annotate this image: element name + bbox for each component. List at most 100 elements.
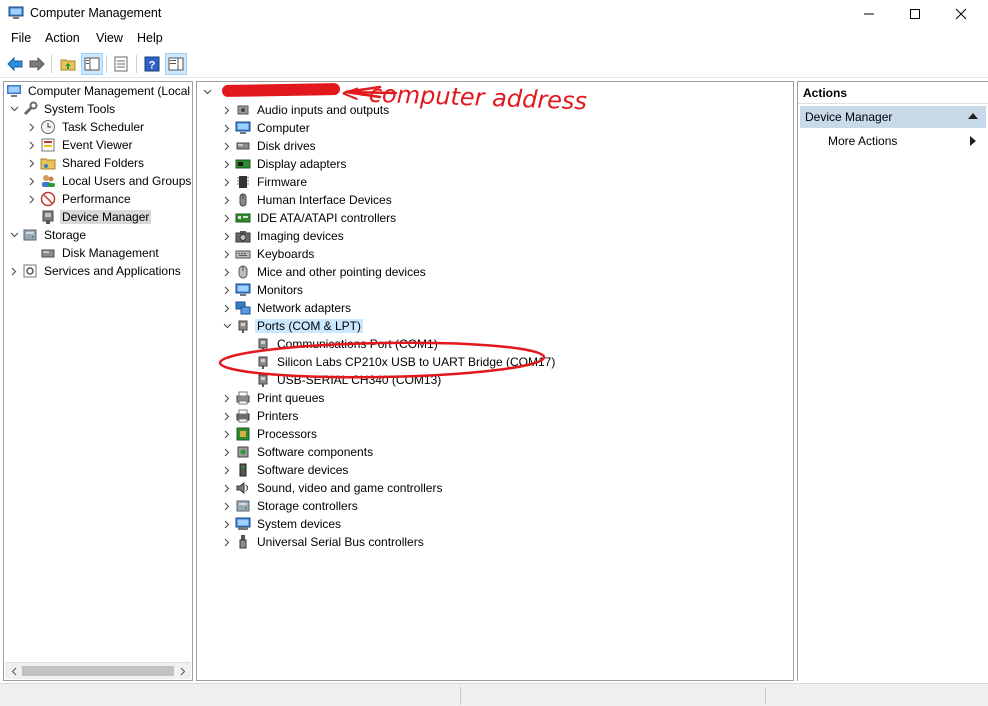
port-com1[interactable]: Communications Port (COM1) [241,335,440,353]
device-category[interactable]: System devices [221,515,343,533]
device-category[interactable]: Network adapters [221,299,353,317]
device-category[interactable]: Firmware [221,173,309,191]
device-category[interactable]: Software devices [221,461,350,479]
horizontal-scrollbar[interactable] [5,662,191,679]
scroll-right-icon[interactable] [175,664,190,679]
chevron-right-icon[interactable] [221,389,233,407]
chevron-right-icon[interactable] [221,461,233,479]
tree-storage[interactable]: Storage [8,226,88,244]
chevron-right-icon[interactable] [221,209,233,227]
tree-task-scheduler[interactable]: Task Scheduler [26,118,146,136]
device-tree-root[interactable] [201,83,215,101]
forward-arrow-icon [29,57,45,71]
device-category-label: Keyboards [257,247,315,261]
device-category[interactable]: Human Interface Devices [221,191,394,209]
collapse-up-icon[interactable] [968,113,978,119]
chevron-right-icon[interactable] [221,137,233,155]
device-category[interactable]: Printers [221,407,300,425]
menu-file[interactable]: File [11,31,31,45]
tree-event-viewer[interactable]: Event Viewer [26,136,134,154]
chevron-right-icon[interactable] [221,299,233,317]
chevron-right-icon[interactable] [26,136,38,154]
port-cp210x[interactable]: Silicon Labs CP210x USB to UART Bridge (… [241,353,557,371]
device-category[interactable]: Disk drives [221,137,318,155]
chevron-right-icon[interactable] [221,191,233,209]
print-queue-icon [235,390,251,406]
chevron-right-icon[interactable] [221,227,233,245]
minimize-button[interactable] [846,0,892,28]
scroll-left-icon[interactable] [6,664,21,679]
chevron-right-icon[interactable] [221,515,233,533]
chevron-right-icon[interactable] [221,407,233,425]
tree-device-manager[interactable]: Device Manager [26,208,152,226]
tree-shared-folders[interactable]: Shared Folders [26,154,146,172]
chevron-right-icon[interactable] [221,281,233,299]
device-category[interactable]: Print queues [221,389,326,407]
more-actions-link[interactable]: More Actions [828,134,897,148]
device-category[interactable]: Display adapters [221,155,348,173]
submenu-arrow-icon[interactable] [970,136,976,146]
help-button[interactable]: ? [141,53,163,75]
actions-section-label: Device Manager [805,110,893,124]
up-level-button[interactable] [57,53,79,75]
chevron-right-icon[interactable] [26,154,38,172]
device-category[interactable]: IDE ATA/ATAPI controllers [221,209,398,227]
chevron-right-icon[interactable] [221,173,233,191]
chevron-right-icon[interactable] [221,263,233,281]
chevron-down-icon[interactable] [221,317,233,335]
chevron-right-icon[interactable] [26,172,38,190]
chevron-right-icon[interactable] [221,245,233,263]
tree-root[interactable]: Computer Management (Local [6,82,192,100]
device-category[interactable]: Universal Serial Bus controllers [221,533,426,551]
scrollbar-thumb[interactable] [22,666,174,676]
tree-item-label: Event Viewer [62,138,133,152]
device-category[interactable]: Imaging devices [221,227,346,245]
chevron-right-icon[interactable] [26,118,38,136]
device-category[interactable]: Computer [221,119,312,137]
chevron-right-icon[interactable] [26,190,38,208]
tree-services[interactable]: Services and Applications [8,262,183,280]
chevron-right-icon[interactable] [221,155,233,173]
device-category-label: Firmware [257,175,307,189]
properties-button[interactable] [110,53,132,75]
chevron-right-icon[interactable] [221,101,233,119]
show-action-pane-button[interactable] [165,53,187,75]
tree-disk-management[interactable]: Disk Management [26,244,161,262]
device-category[interactable]: Monitors [221,281,305,299]
title-bar[interactable]: Computer Management [0,0,988,28]
chevron-down-icon[interactable] [8,226,20,244]
device-category[interactable]: Audio inputs and outputs [221,101,391,119]
chevron-right-icon[interactable] [8,262,20,280]
network-icon [235,300,251,316]
chevron-right-icon[interactable] [221,533,233,551]
back-button[interactable] [4,53,26,75]
chevron-down-icon[interactable] [8,100,20,118]
chevron-right-icon[interactable] [221,119,233,137]
port-ch340[interactable]: USB-SERIAL CH340 (COM13) [241,371,443,389]
chevron-right-icon[interactable] [221,443,233,461]
chevron-right-icon[interactable] [221,479,233,497]
menu-action[interactable]: Action [45,31,80,45]
device-category[interactable]: Processors [221,425,319,443]
actions-section-device-manager[interactable]: Device Manager [800,106,986,128]
device-category[interactable]: Mice and other pointing devices [221,263,428,281]
close-button[interactable] [938,0,984,28]
device-category[interactable]: Storage controllers [221,497,360,515]
device-category[interactable]: Software components [221,443,375,461]
tree-performance[interactable]: Performance [26,190,133,208]
chevron-right-icon[interactable] [221,425,233,443]
device-category[interactable]: Keyboards [221,245,316,263]
device-category[interactable]: Sound, video and game controllers [221,479,444,497]
chevron-right-icon[interactable] [221,497,233,515]
device-category-ports[interactable]: Ports (COM & LPT) [221,317,364,335]
forward-button[interactable] [26,53,48,75]
show-hide-tree-button[interactable] [81,53,103,75]
tree-system-tools[interactable]: System Tools [8,100,117,118]
menu-help[interactable]: Help [137,31,163,45]
tree-local-users[interactable]: Local Users and Groups [26,172,192,190]
disk-management-icon [40,245,56,261]
chevron-down-icon[interactable] [201,83,213,101]
device-category-label: Processors [257,427,318,441]
maximize-button[interactable] [892,0,938,28]
menu-view[interactable]: View [96,31,123,45]
